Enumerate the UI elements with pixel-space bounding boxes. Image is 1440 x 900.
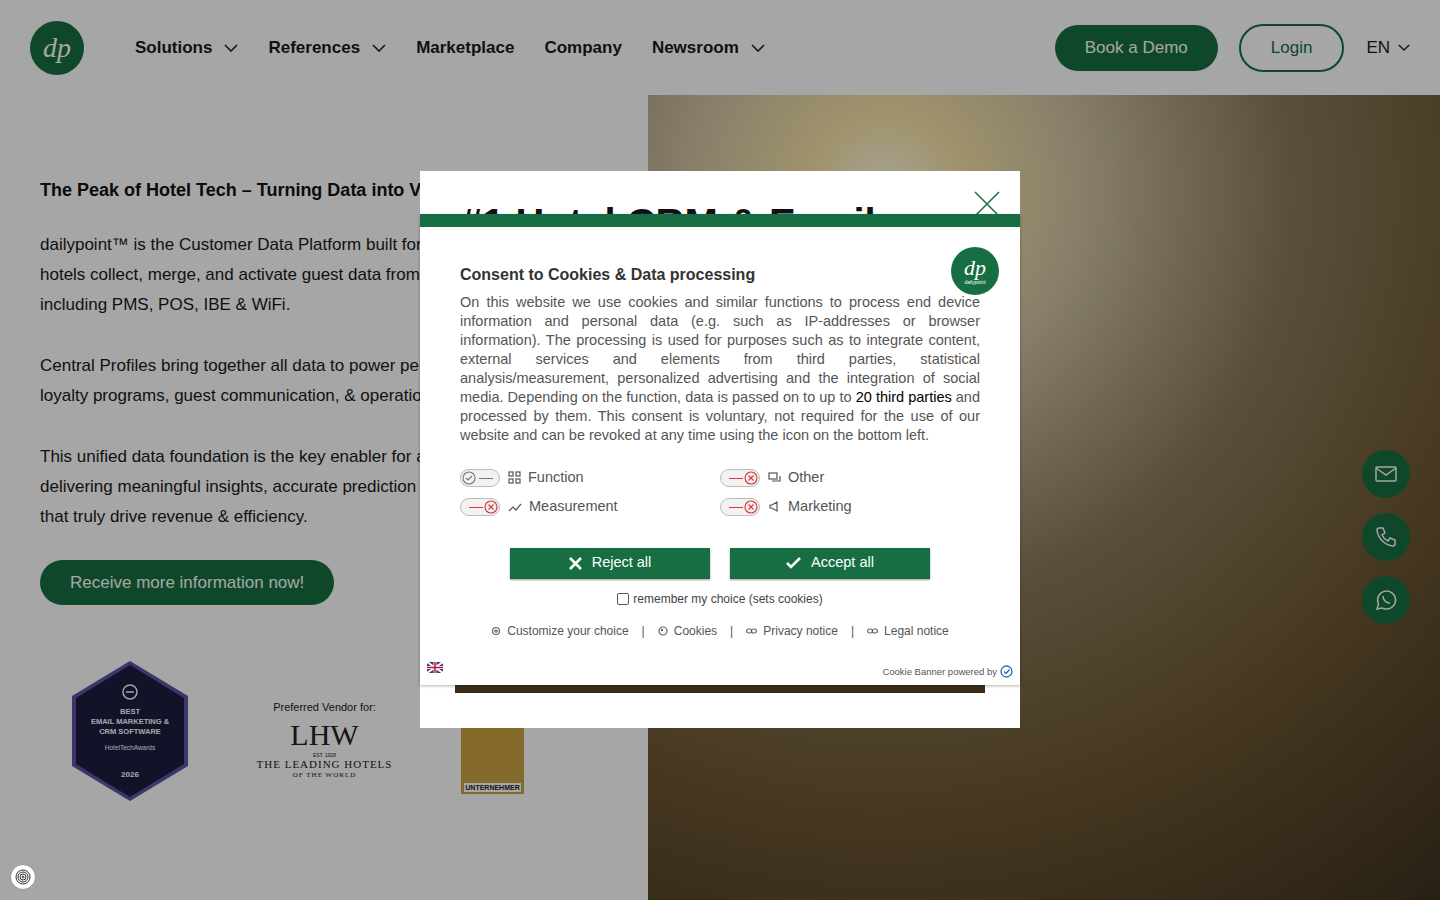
cookie-banner: dpdailypointConsent to Cookies & Data pr… xyxy=(420,214,1020,685)
banner-top-bar xyxy=(420,214,1020,227)
remember-choice[interactable]: remember my choice (sets cookies) xyxy=(460,590,980,608)
language-flag-icon[interactable] xyxy=(427,662,443,673)
x-circle-icon xyxy=(484,500,498,514)
category-toggle[interactable]: Measurement xyxy=(460,496,720,518)
verified-check-icon xyxy=(1000,665,1013,678)
consent-settings-button[interactable] xyxy=(10,864,36,890)
powered-label: Cookie Banner powered by xyxy=(882,665,997,679)
category-label: Other xyxy=(788,467,824,489)
check-icon xyxy=(786,557,801,569)
banner-buttons: Reject all Accept all xyxy=(460,548,980,579)
reject-label: Reject all xyxy=(592,552,652,574)
toggle-switch[interactable] xyxy=(460,469,500,487)
remember-label: remember my choice (sets cookies) xyxy=(633,590,822,608)
banner-logo: dpdailypoint xyxy=(951,247,999,295)
banner-body: Consent to Cookies & Data processing On t… xyxy=(420,227,1020,640)
category-label: Function xyxy=(528,467,584,489)
link-separator: | xyxy=(851,622,854,640)
banner-title: Consent to Cookies & Data processing xyxy=(460,265,980,285)
category-toggle[interactable]: Marketing xyxy=(720,496,980,518)
cookie-icon xyxy=(658,626,668,636)
consent-categories: Function Other Measurement Marketing xyxy=(460,467,980,518)
category-toggle[interactable]: Function xyxy=(460,467,720,489)
x-icon xyxy=(569,557,582,570)
banner-logo-caption: dailypoint xyxy=(964,279,985,285)
category-label: Marketing xyxy=(788,496,852,518)
toggle-line xyxy=(729,507,743,508)
chat-icon xyxy=(768,471,781,484)
check-circle-icon xyxy=(462,471,476,485)
megaphone-icon xyxy=(768,500,781,513)
banner-link-label: Customize your choice xyxy=(507,622,628,640)
x-circle-icon xyxy=(744,471,758,485)
banner-text: On this website we use cookies and simil… xyxy=(460,293,980,445)
banner-logo-text: dp xyxy=(964,257,986,279)
powered-by[interactable]: Cookie Banner powered by xyxy=(882,665,1013,679)
function-icon xyxy=(508,471,521,484)
toggle-line xyxy=(479,478,493,479)
fingerprint-icon xyxy=(14,868,32,886)
banner-link[interactable]: Privacy notice xyxy=(746,622,838,640)
toggle-switch[interactable] xyxy=(720,469,760,487)
toggle-switch[interactable] xyxy=(460,498,500,516)
promo-popup: #1 Hotel CRM & EmaildpdailypointConsent … xyxy=(420,171,1020,728)
link-separator: | xyxy=(642,622,645,640)
banner-link[interactable]: Cookies xyxy=(658,622,717,640)
third-parties-link[interactable]: 20 third parties xyxy=(856,389,952,405)
link-icon xyxy=(867,627,878,635)
category-label: Measurement xyxy=(529,496,618,518)
link-separator: | xyxy=(730,622,733,640)
category-toggle[interactable]: Other xyxy=(720,467,980,489)
banner-footer: Cookie Banner powered by xyxy=(420,662,1020,679)
accept-label: Accept all xyxy=(811,552,874,574)
accept-all-button[interactable]: Accept all xyxy=(730,548,930,579)
link-icon xyxy=(746,627,757,635)
banner-link[interactable]: Customize your choice xyxy=(491,622,628,640)
toggle-switch[interactable] xyxy=(720,498,760,516)
banner-link-label: Cookies xyxy=(674,622,717,640)
reject-all-button[interactable]: Reject all xyxy=(510,548,710,579)
toggle-line xyxy=(729,478,743,479)
popup-image xyxy=(455,685,985,693)
banner-text-segment: On this website we use cookies and simil… xyxy=(460,294,980,405)
gear-icon xyxy=(491,626,501,636)
banner-links: Customize your choice | Cookies | Privacy no… xyxy=(460,622,980,640)
banner-link[interactable]: Legal notice xyxy=(867,622,949,640)
banner-link-label: Legal notice xyxy=(884,622,949,640)
banner-link-label: Privacy notice xyxy=(763,622,838,640)
toggle-line xyxy=(469,507,483,508)
chart-icon xyxy=(508,500,522,513)
x-circle-icon xyxy=(744,500,758,514)
remember-checkbox[interactable] xyxy=(617,593,629,605)
